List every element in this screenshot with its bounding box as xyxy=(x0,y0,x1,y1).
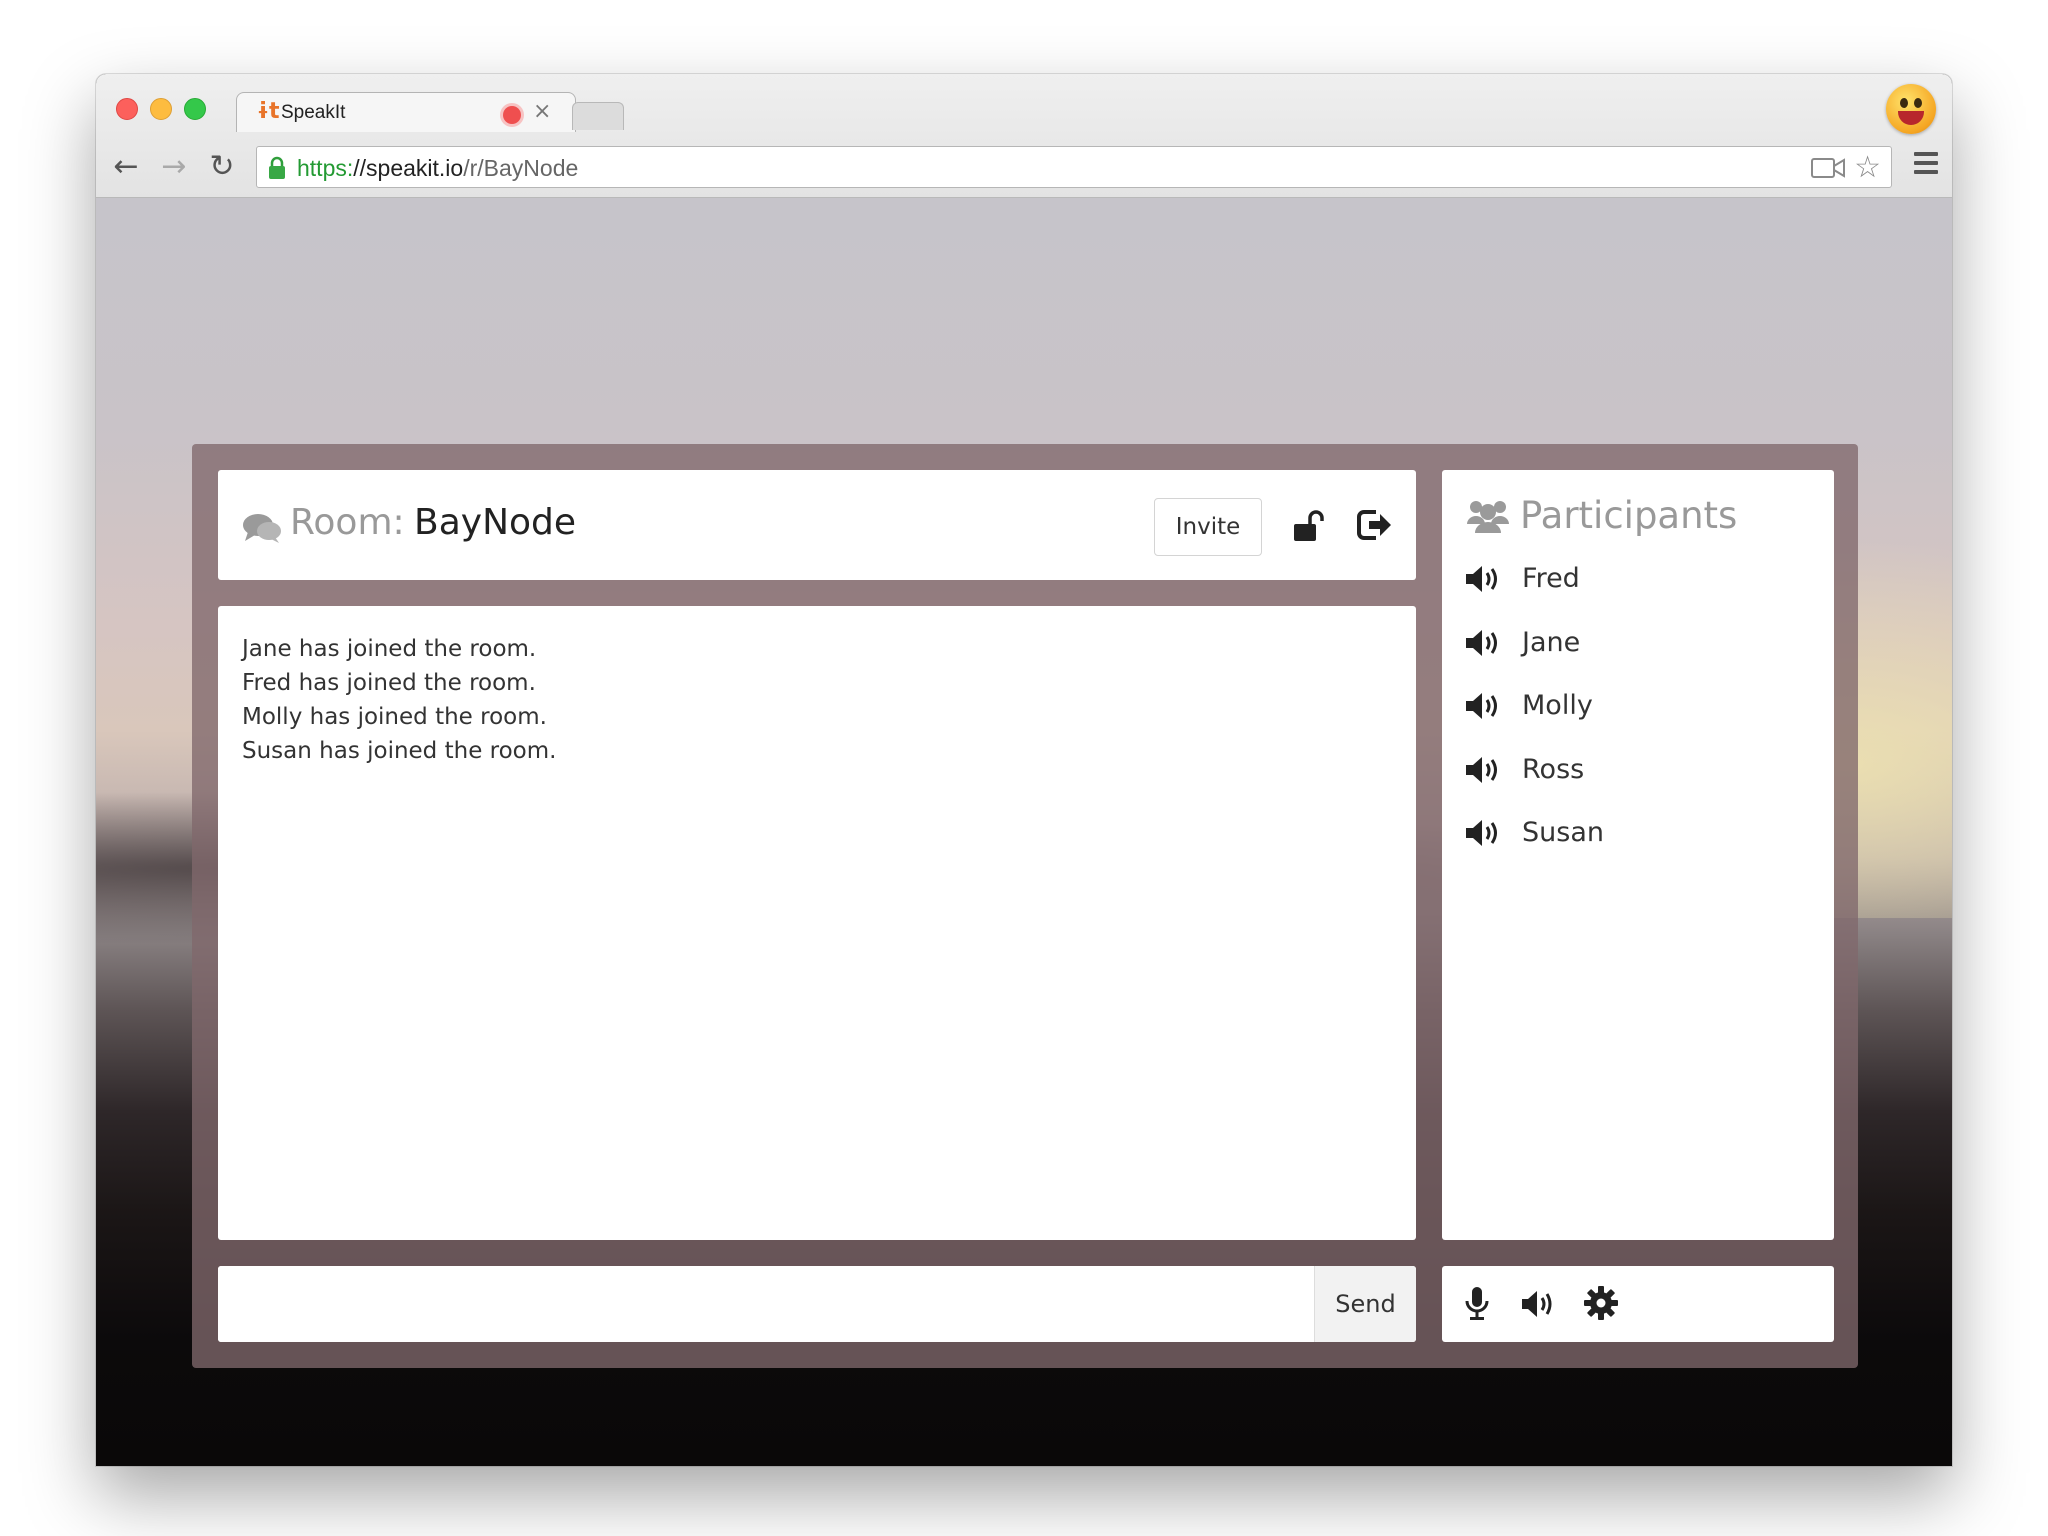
microphone-icon[interactable] xyxy=(1464,1286,1490,1322)
participant-item: Jane xyxy=(1464,626,1604,690)
leave-room-icon[interactable] xyxy=(1356,508,1392,542)
forward-arrow-icon[interactable]: → xyxy=(154,147,194,187)
participants-title: Participants xyxy=(1520,494,1738,537)
browser-tab[interactable]: ɨt SpeakIt × xyxy=(236,92,576,132)
close-window-button[interactable] xyxy=(116,98,138,120)
menu-hamburger-icon[interactable] xyxy=(1914,152,1938,174)
message-line: Fred has joined the room. xyxy=(242,670,536,696)
participants-panel: Participants Fred Jane Molly Ross Susan xyxy=(1442,470,1834,1240)
message-line: Molly has joined the room. xyxy=(242,704,547,730)
participant-name: Fred xyxy=(1522,563,1580,594)
participant-name: Ross xyxy=(1522,753,1585,785)
participant-item: Molly xyxy=(1464,689,1604,753)
camera-indicator-icon[interactable] xyxy=(1811,157,1845,179)
room-label: Room: xyxy=(290,502,405,543)
minimize-window-button[interactable] xyxy=(150,98,172,120)
speaker-volume-icon[interactable] xyxy=(1464,691,1504,721)
chat-bubbles-icon xyxy=(243,514,281,543)
reload-icon[interactable]: ↻ xyxy=(202,147,242,187)
participant-name: Susan xyxy=(1522,817,1604,848)
speaker-volume-icon[interactable] xyxy=(1464,628,1504,658)
browser-window: ɨt SpeakIt × ← → ↻ https://speakit.io/r/… xyxy=(96,74,1952,1466)
message-line: Susan has joined the room. xyxy=(242,738,557,764)
message-log: Jane has joined the room. Fred has joine… xyxy=(218,606,1416,1240)
browser-chrome: ɨt SpeakIt × ← → ↻ https://speakit.io/r/… xyxy=(96,74,1952,198)
url-scheme: https: xyxy=(297,155,354,181)
message-line: Jane has joined the room. xyxy=(242,636,537,662)
zoom-window-button[interactable] xyxy=(184,98,206,120)
participant-list: Fred Jane Molly Ross Susan xyxy=(1464,562,1604,880)
speakit-app: Room: BayNode Invite Jane has joined the… xyxy=(192,444,1858,1368)
recording-indicator-icon xyxy=(503,106,521,124)
url-text: https://speakit.io/r/BayNode xyxy=(297,155,578,182)
page-viewport: Room: BayNode Invite Jane has joined the… xyxy=(96,198,1952,1466)
url-path: /r/BayNode xyxy=(463,155,579,181)
participant-name: Molly xyxy=(1522,690,1593,721)
participant-item: Ross xyxy=(1464,753,1604,817)
send-button[interactable]: Send xyxy=(1314,1266,1416,1342)
message-composer: Send xyxy=(218,1266,1416,1342)
bookmark-star-icon[interactable]: ☆ xyxy=(1854,153,1881,183)
browser-toolbar: ← → ↻ https://speakit.io/r/BayNode ☆ xyxy=(96,136,1952,198)
participant-item: Susan xyxy=(1464,816,1604,880)
room-header: Room: BayNode Invite xyxy=(218,470,1416,580)
participant-item: Fred xyxy=(1464,562,1604,626)
back-arrow-icon[interactable]: ← xyxy=(106,147,146,187)
room-name: BayNode xyxy=(414,502,577,543)
speakit-favicon-icon: ɨt xyxy=(257,99,280,124)
profile-avatar-icon[interactable] xyxy=(1886,84,1936,134)
gear-icon[interactable] xyxy=(1584,1286,1618,1320)
unlock-icon[interactable] xyxy=(1292,510,1326,542)
lock-icon xyxy=(269,156,285,179)
users-group-icon xyxy=(1467,501,1509,533)
invite-button[interactable]: Invite xyxy=(1154,498,1262,556)
new-tab-button[interactable] xyxy=(572,102,624,130)
speaker-volume-icon[interactable] xyxy=(1464,818,1504,848)
message-input[interactable] xyxy=(218,1266,1314,1342)
tab-close-icon[interactable]: × xyxy=(533,99,551,125)
speaker-volume-icon[interactable] xyxy=(1464,564,1504,594)
tab-title: SpeakIt xyxy=(281,102,346,123)
participant-name: Jane xyxy=(1522,626,1581,658)
address-bar[interactable]: https://speakit.io/r/BayNode ☆ xyxy=(256,146,1892,188)
volume-icon[interactable] xyxy=(1520,1288,1556,1320)
audio-controls xyxy=(1442,1266,1834,1342)
url-host: //speakit.io xyxy=(353,155,464,181)
speaker-volume-icon[interactable] xyxy=(1464,755,1504,785)
